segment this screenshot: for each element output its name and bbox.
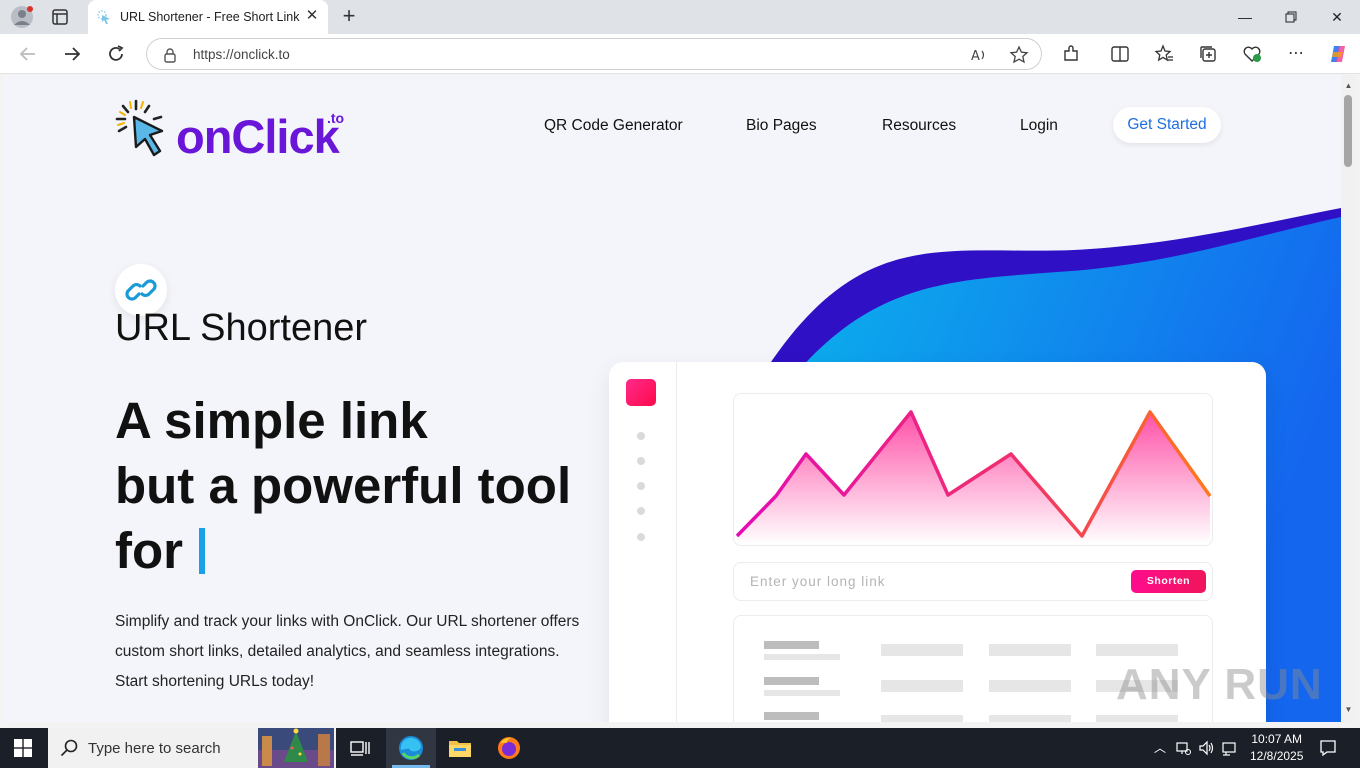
headline-line-3: for [115, 518, 571, 583]
mockup-placeholder-bar [989, 715, 1071, 722]
close-window-icon[interactable]: ✕ [1314, 7, 1360, 27]
mockup-nav-dot [637, 507, 645, 515]
nav-qr-code-generator[interactable]: QR Code Generator [544, 117, 683, 135]
scroll-up-arrow-icon[interactable]: ▲ [1343, 81, 1354, 91]
file-explorer-icon[interactable] [446, 734, 474, 762]
mockup-nav-dot [637, 533, 645, 541]
clock-time: 10:07 AM [1251, 732, 1303, 746]
hero-kicker: URL Shortener [115, 307, 368, 349]
web-page: onClick .to QR Code Generator Bio Pages … [4, 75, 1341, 722]
forward-arrow-icon[interactable] [60, 42, 84, 66]
split-screen-icon[interactable] [1110, 44, 1130, 64]
site-logo[interactable]: onClick .to [114, 97, 354, 163]
read-aloud-icon[interactable]: A [969, 45, 989, 65]
nav-login[interactable]: Login [1020, 117, 1058, 135]
mockup-placeholder-bar [764, 677, 819, 685]
tab-favicon-icon [97, 10, 110, 24]
tab-actions-icon[interactable] [50, 7, 70, 27]
mockup-placeholder-bar [881, 644, 963, 656]
typing-cursor [198, 528, 205, 574]
copilot-icon[interactable] [1328, 44, 1348, 64]
notification-center-icon[interactable] [1319, 739, 1337, 757]
firefox-icon[interactable] [495, 734, 523, 762]
page-scrollbar[interactable]: ▲ ▼ [1341, 75, 1356, 722]
mockup-placeholder-bar [881, 715, 963, 722]
minimize-icon[interactable]: — [1222, 7, 1268, 27]
active-tab[interactable]: URL Shortener - Free Short Link & ✕ [88, 0, 328, 34]
mockup-logo-square [626, 379, 656, 406]
scrollbar-thumb[interactable] [1344, 95, 1352, 167]
taskbar-clock[interactable]: 10:07 AM 12/8/2025 [1250, 731, 1303, 765]
tab-close-icon[interactable]: ✕ [304, 8, 320, 24]
windows-taskbar: Type here to search ︿ 10:07 AM 12/8/2025 [0, 728, 1360, 768]
browser-tab-strip: URL Shortener - Free Short Link & ✕ + — … [0, 0, 1360, 34]
headline-line-3-text: for [115, 522, 183, 579]
extensions-icon[interactable] [1061, 44, 1081, 64]
tab-title: URL Shortener - Free Short Link & [120, 10, 300, 24]
profile-icon[interactable] [10, 5, 34, 29]
headline-line-1: A simple link [115, 392, 428, 449]
mockup-placeholder-bar [764, 712, 819, 720]
mockup-shorten-button: Shorten [1131, 570, 1206, 593]
hero-description: Simplify and track your links with OnCli… [115, 613, 580, 690]
mockup-placeholder-bar [1096, 644, 1178, 656]
more-options-icon[interactable]: ⋯ [1286, 44, 1306, 64]
hero-headline: A simple link but a powerful tool for [115, 388, 571, 583]
nav-resources[interactable]: Resources [882, 117, 956, 135]
logo-wordmark: onClick [176, 110, 340, 163]
mockup-nav-dot [637, 432, 645, 440]
search-icon [60, 739, 78, 757]
windows-start-icon[interactable] [14, 739, 32, 757]
anyrun-watermark: ANY RUN [1116, 660, 1323, 709]
refresh-icon[interactable] [104, 42, 128, 66]
browser-toolbar: https://onclick.to A ⋯ [0, 34, 1360, 74]
ime-keyboard-icon[interactable] [1222, 740, 1238, 756]
browser-essentials-icon[interactable] [1242, 44, 1262, 64]
scroll-down-arrow-icon[interactable]: ▼ [1343, 705, 1354, 715]
favorites-icon[interactable] [1154, 44, 1174, 64]
network-icon[interactable] [1175, 740, 1191, 756]
logo-tld: .to [327, 110, 345, 126]
mockup-area-chart [735, 410, 1212, 544]
mockup-nav-dot [637, 482, 645, 490]
url-text[interactable]: https://onclick.to [193, 47, 290, 62]
mockup-link-input: Enter your long link Shorten [733, 562, 1213, 601]
mockup-placeholder-bar [989, 644, 1071, 656]
mockup-placeholder-bar [1096, 715, 1178, 722]
taskbar-search-box[interactable]: Type here to search [48, 728, 336, 768]
search-highlight-tree-icon [258, 728, 334, 768]
favorite-star-icon[interactable] [1009, 45, 1029, 65]
get-started-button[interactable]: Get Started [1113, 107, 1221, 143]
mockup-placeholder-bar [881, 680, 963, 692]
restore-icon[interactable] [1268, 7, 1314, 27]
clock-date: 12/8/2025 [1250, 749, 1304, 763]
headline-line-2: but a powerful tool [115, 457, 572, 514]
mockup-placeholder-bar [989, 680, 1071, 692]
cursor-click-logo-icon [115, 99, 164, 157]
show-hidden-icons-chevron-icon[interactable]: ︿ [1152, 740, 1168, 756]
svg-text:A: A [971, 49, 980, 64]
search-placeholder: Type here to search [88, 740, 221, 757]
lock-icon[interactable] [163, 47, 177, 63]
collections-icon[interactable] [1198, 44, 1218, 64]
nav-bio-pages[interactable]: Bio Pages [746, 117, 817, 135]
mockup-sidebar [609, 362, 677, 722]
mockup-input-placeholder: Enter your long link [750, 574, 886, 589]
new-tab-icon[interactable]: + [338, 5, 360, 27]
mockup-placeholder-bar [764, 641, 819, 649]
mockup-placeholder-bar [764, 690, 840, 696]
mockup-chart-card [733, 393, 1213, 546]
volume-icon[interactable] [1198, 740, 1214, 756]
task-view-icon[interactable] [346, 734, 374, 762]
edge-browser-icon[interactable] [397, 734, 425, 762]
mockup-placeholder-bar [764, 654, 840, 660]
mockup-nav-dot [637, 457, 645, 465]
back-arrow-icon[interactable] [16, 42, 40, 66]
address-bar[interactable]: https://onclick.to A [146, 38, 1042, 70]
